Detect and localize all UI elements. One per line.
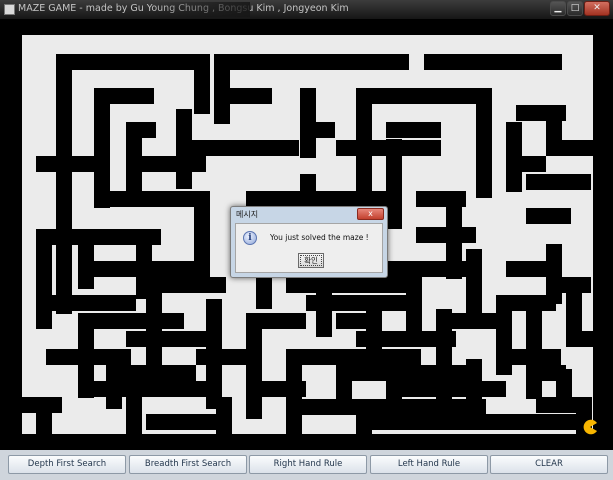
maze-wall [406, 277, 422, 347]
maze-wall [126, 331, 206, 347]
maze-wall [56, 54, 196, 70]
maze-wall [356, 88, 372, 208]
maze-wall [56, 54, 72, 314]
maze-wall [176, 140, 299, 156]
maze-wall [246, 319, 262, 419]
maze-wall [78, 229, 94, 289]
maze-wall [336, 313, 366, 329]
maze-wall [386, 261, 476, 277]
maze-wall [286, 349, 302, 439]
maze-wall [386, 349, 402, 414]
maze-wall [300, 88, 316, 158]
maze-wall [214, 54, 409, 70]
dialog-title: 메시지 [236, 210, 259, 219]
close-button[interactable]: ✕ [584, 1, 610, 16]
player-pacman-icon [583, 419, 597, 435]
title-glass-fade [150, 2, 250, 17]
dialog-message: You just solved the maze ! [270, 233, 369, 242]
maze-wall [336, 349, 352, 399]
maze-wall [546, 244, 562, 304]
maze-wall [106, 349, 122, 409]
app-window: MAZE GAME - made by Gu Young Chung , Bon… [0, 0, 613, 480]
ok-button[interactable]: 확인 [298, 253, 324, 268]
maze-wall [546, 105, 562, 150]
maze-wall [526, 309, 542, 399]
maze-wall [146, 414, 226, 430]
maze-wall [316, 277, 332, 337]
title-bar[interactable]: MAZE GAME - made by Gu Young Chung , Bon… [0, 0, 613, 19]
minimize-button[interactable]: ▁ [550, 1, 566, 16]
maze-wall [94, 313, 184, 329]
maze-wall [556, 369, 572, 409]
maze-wall [356, 88, 481, 104]
maze-wall [286, 399, 426, 415]
clear-button[interactable]: CLEAR [490, 455, 608, 474]
maze-wall [366, 309, 382, 364]
maze-wall [126, 122, 142, 192]
info-icon: i [243, 231, 257, 245]
depth-first-search-button[interactable]: Depth First Search [8, 455, 126, 474]
maze-wall [466, 249, 482, 314]
maze-wall [426, 399, 486, 415]
maze-wall [506, 261, 551, 277]
maze-wall [216, 397, 232, 434]
maze-wall [386, 122, 441, 138]
maze-wall [126, 397, 142, 434]
maze-wall [526, 174, 591, 190]
breadth-first-search-button[interactable]: Breadth First Search [129, 455, 247, 474]
maze-wall [506, 122, 522, 192]
left-hand-rule-button[interactable]: Left Hand Rule [370, 455, 488, 474]
maze-wall [496, 295, 512, 375]
maze-wall [436, 309, 452, 409]
maze-wall [466, 359, 482, 399]
maze-wall [194, 191, 210, 291]
maze-wall [94, 88, 110, 208]
maze-wall [78, 313, 94, 398]
maze-wall [386, 139, 402, 229]
maze-wall [36, 399, 52, 434]
maze-wall [206, 299, 222, 409]
maze-wall [176, 109, 192, 189]
maximize-button[interactable]: □ [567, 1, 583, 16]
dialog-body: i You just solved the maze ! 확인 [235, 223, 383, 273]
dialog-close-button[interactable]: x [357, 208, 384, 220]
maze-wall [214, 54, 230, 124]
maze-wall [286, 277, 406, 293]
algorithm-toolbar: Depth First Search Breadth First Search … [0, 450, 613, 480]
maze-wall [526, 208, 571, 224]
maze-wall [146, 277, 162, 387]
right-hand-rule-button[interactable]: Right Hand Rule [249, 455, 367, 474]
maze-wall [424, 54, 562, 70]
maze-wall [446, 199, 462, 279]
maze-wall [406, 414, 586, 430]
maze-wall [356, 414, 372, 434]
maze-wall [566, 277, 582, 347]
app-icon [4, 4, 15, 15]
maze-wall [196, 349, 251, 365]
maze-wall [194, 54, 210, 114]
message-dialog: 메시지 x i You just solved the maze ! 확인 [230, 206, 388, 278]
maze-wall [476, 88, 492, 198]
maze-wall [36, 229, 52, 329]
